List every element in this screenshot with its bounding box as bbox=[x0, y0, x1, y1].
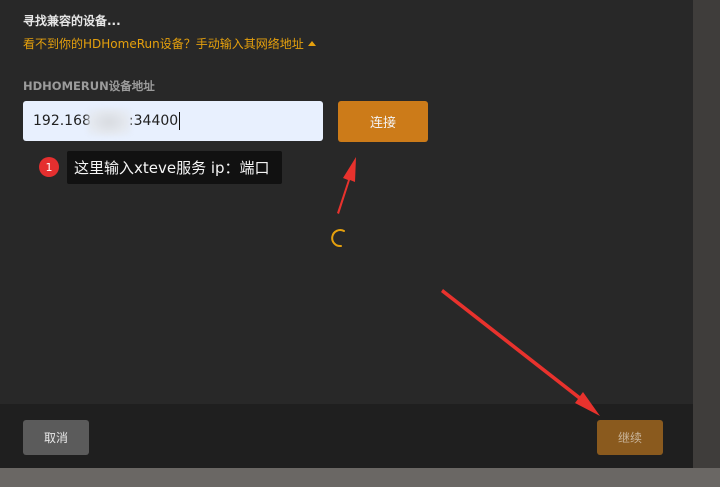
address-field-label: HDHOMERUN设备地址 bbox=[23, 79, 155, 93]
add-device-dialog: 寻找兼容的设备... 看不到你的HDHomeRun设备？手动输入其网络地址 HD… bbox=[0, 0, 693, 468]
loading-spinner-icon bbox=[331, 229, 345, 248]
continue-button[interactable]: 继续 bbox=[597, 420, 663, 455]
manual-address-link-label: 看不到你的HDHomeRun设备？手动输入其网络地址 bbox=[23, 37, 304, 51]
address-suffix: :34400 bbox=[128, 113, 179, 129]
annotation-tooltip: 这里输入xteve服务 ip：端口 bbox=[67, 151, 282, 184]
caret-up-icon bbox=[307, 41, 316, 46]
screen: 寻找兼容的设备... 看不到你的HDHomeRun设备？手动输入其网络地址 HD… bbox=[0, 0, 720, 487]
background-backdrop bbox=[693, 0, 720, 468]
background-backdrop-bottom bbox=[0, 468, 720, 487]
address-prefix: 192.168 bbox=[33, 113, 91, 129]
device-address-value: 192.168 :34400 bbox=[33, 112, 181, 130]
device-address-input[interactable]: 192.168 :34400 bbox=[23, 101, 323, 141]
connect-button[interactable]: 连接 bbox=[338, 101, 428, 142]
annotation-step-badge: 1 bbox=[39, 157, 59, 177]
text-cursor bbox=[179, 112, 181, 130]
dialog-footer bbox=[0, 404, 693, 468]
cancel-button[interactable]: 取消 bbox=[23, 420, 89, 455]
manual-address-link[interactable]: 看不到你的HDHomeRun设备？手动输入其网络地址 bbox=[23, 35, 316, 52]
dialog-title: 寻找兼容的设备... bbox=[23, 14, 121, 28]
